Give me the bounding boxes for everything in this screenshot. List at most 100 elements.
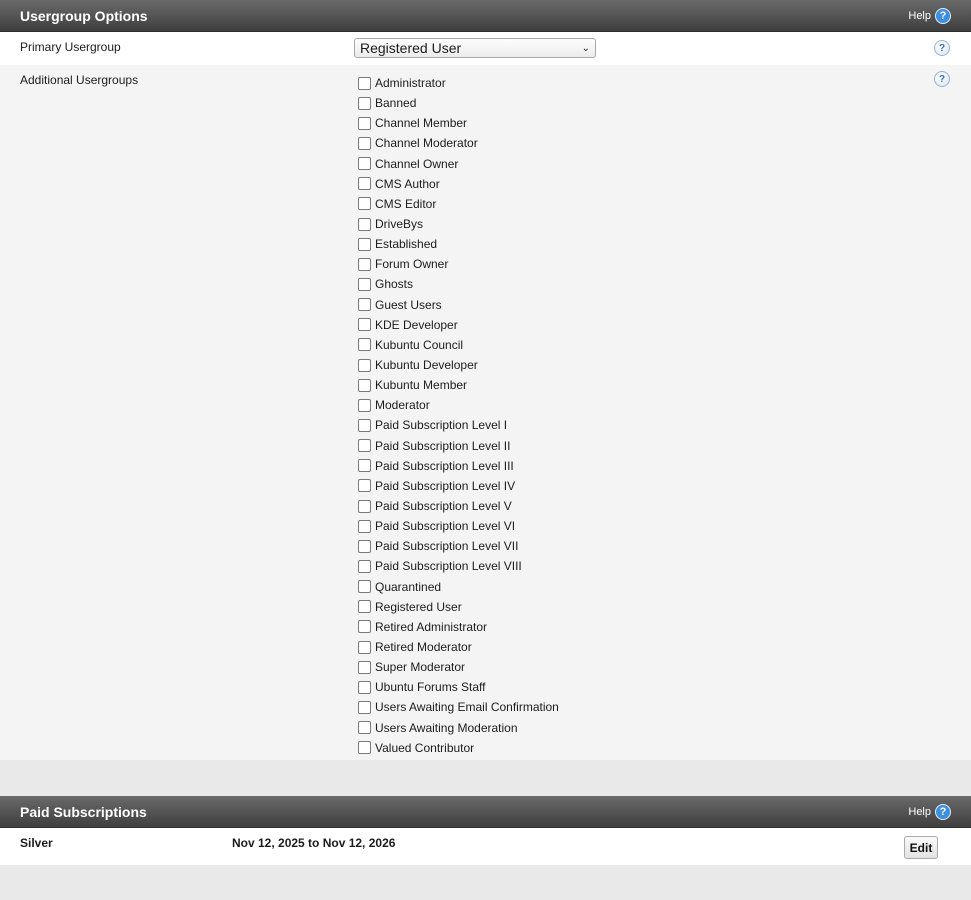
checkbox[interactable] [358,499,371,513]
checkbox[interactable] [358,378,371,392]
checkbox[interactable] [358,700,371,714]
usergroup-options-header: Usergroup Options Help ? [0,0,971,32]
checkbox[interactable] [358,640,371,654]
usergroup-option-label: Paid Subscription Level I [375,418,508,433]
checkbox[interactable] [358,277,371,291]
checkbox[interactable] [358,479,371,493]
checkbox[interactable] [358,197,371,211]
checkbox[interactable] [358,257,371,271]
usergroup-option[interactable]: Channel Owner [358,154,559,174]
checkbox[interactable] [358,96,371,110]
usergroup-option[interactable]: Channel Moderator [358,133,559,153]
usergroup-option-label: Kubuntu Developer [375,358,478,373]
additional-usergroups-row: Additional Usergroups Administrator Banne… [0,65,971,760]
usergroup-option-label: Channel Member [375,116,468,131]
checkbox[interactable] [358,539,371,553]
usergroup-option-label: Super Moderator [375,660,466,675]
checkbox[interactable] [358,298,371,312]
checkbox[interactable] [358,580,371,594]
primary-usergroup-select[interactable]: Registered User ⌄ [354,38,596,58]
usergroup-option[interactable]: Valued Contributor [358,738,559,758]
additional-usergroups-list: Administrator Banned Channel Member Channel… [358,73,559,758]
checkbox[interactable] [358,459,371,473]
checkbox[interactable] [358,177,371,191]
usergroup-option[interactable]: Paid Subscription Level VII [358,536,559,556]
checkbox[interactable] [358,136,371,150]
checkbox[interactable] [358,76,371,90]
paid-subscriptions-header: Paid Subscriptions Help ? [0,796,971,828]
usergroup-option[interactable]: Channel Member [358,113,559,133]
checkbox[interactable] [358,559,371,573]
usergroup-option[interactable]: Established [358,234,559,254]
help-question-icon: ? [935,803,951,820]
primary-usergroup-row: Primary Usergroup Registered User ⌄ ? [0,32,971,65]
checkbox[interactable] [358,217,371,231]
checkbox[interactable] [358,358,371,372]
usergroup-option-label: Ghosts [375,277,414,292]
usergroup-option[interactable]: Registered User [358,597,559,617]
usergroup-option-label: Users Awaiting Moderation [375,720,518,735]
usergroup-option-label: CMS Editor [375,196,437,211]
usergroup-options-title: Usergroup Options [20,7,148,24]
usergroup-option[interactable]: Quarantined [358,577,559,597]
usergroup-option[interactable]: Paid Subscription Level III [358,456,559,476]
edit-subscription-button[interactable]: Edit [904,836,938,859]
checkbox[interactable] [358,519,371,533]
usergroup-option-label: Retired Administrator [375,619,488,634]
usergroup-option[interactable]: Paid Subscription Level IV [358,476,559,496]
checkbox[interactable] [358,660,371,674]
usergroup-option-label: Guest Users [375,297,442,312]
checkbox[interactable] [358,318,371,332]
usergroup-option[interactable]: Ghosts [358,274,559,294]
usergroup-option[interactable]: Paid Subscription Level II [358,436,559,456]
usergroup-option[interactable]: Retired Moderator [358,637,559,657]
usergroup-option[interactable]: Forum Owner [358,254,559,274]
chevron-down-icon: ⌄ [581,42,590,54]
checkbox[interactable] [358,680,371,694]
usergroup-option[interactable]: Ubuntu Forums Staff [358,677,559,697]
usergroup-option-label: Kubuntu Member [375,378,468,393]
checkbox[interactable] [358,418,371,432]
usergroup-option[interactable]: KDE Developer [358,315,559,335]
checkbox[interactable] [358,439,371,453]
usergroup-option[interactable]: Administrator [358,73,559,93]
primary-usergroup-label: Primary Usergroup [20,40,121,54]
usergroup-option[interactable]: Users Awaiting Moderation [358,718,559,738]
checkbox[interactable] [358,741,371,755]
usergroup-option[interactable]: Kubuntu Member [358,375,559,395]
usergroup-option[interactable]: Guest Users [358,295,559,315]
usergroup-option[interactable]: Kubuntu Council [358,335,559,355]
question-mark-icon[interactable]: ? [934,40,950,56]
usergroup-options-help-link[interactable]: Help ? [908,7,951,24]
usergroup-option[interactable]: Users Awaiting Email Confirmation [358,697,559,717]
usergroup-option[interactable]: CMS Editor [358,194,559,214]
usergroup-option[interactable]: Super Moderator [358,657,559,677]
usergroup-option[interactable]: Paid Subscription Level V [358,496,559,516]
usergroup-option-label: DriveBys [375,217,424,232]
usergroup-option[interactable]: DriveBys [358,214,559,234]
checkbox[interactable] [358,600,371,614]
usergroup-option[interactable]: Moderator [358,395,559,415]
checkbox[interactable] [358,620,371,634]
checkbox[interactable] [358,157,371,171]
checkbox[interactable] [358,116,371,130]
usergroup-option[interactable]: Paid Subscription Level VI [358,516,559,536]
usergroup-option[interactable]: Paid Subscription Level I [358,415,559,435]
usergroup-option[interactable]: Paid Subscription Level VIII [358,556,559,576]
checkbox[interactable] [358,721,371,735]
usergroup-option-label: Paid Subscription Level IV [375,478,516,493]
checkbox[interactable] [358,338,371,352]
usergroup-option[interactable]: Banned [358,93,559,113]
checkbox[interactable] [358,398,371,412]
paid-subscriptions-help-link[interactable]: Help ? [908,803,951,820]
usergroup-option-label: Paid Subscription Level V [375,499,512,514]
usergroup-option[interactable]: Retired Administrator [358,617,559,637]
checkbox[interactable] [358,237,371,251]
question-mark-icon[interactable]: ? [934,71,950,87]
usergroup-option-label: Users Awaiting Email Confirmation [375,700,559,715]
usergroup-option-label: Quarantined [375,579,442,594]
usergroup-option-label: Paid Subscription Level VII [375,539,519,554]
usergroup-option[interactable]: CMS Author [358,174,559,194]
usergroup-option[interactable]: Kubuntu Developer [358,355,559,375]
usergroup-option-label: KDE Developer [375,317,458,332]
